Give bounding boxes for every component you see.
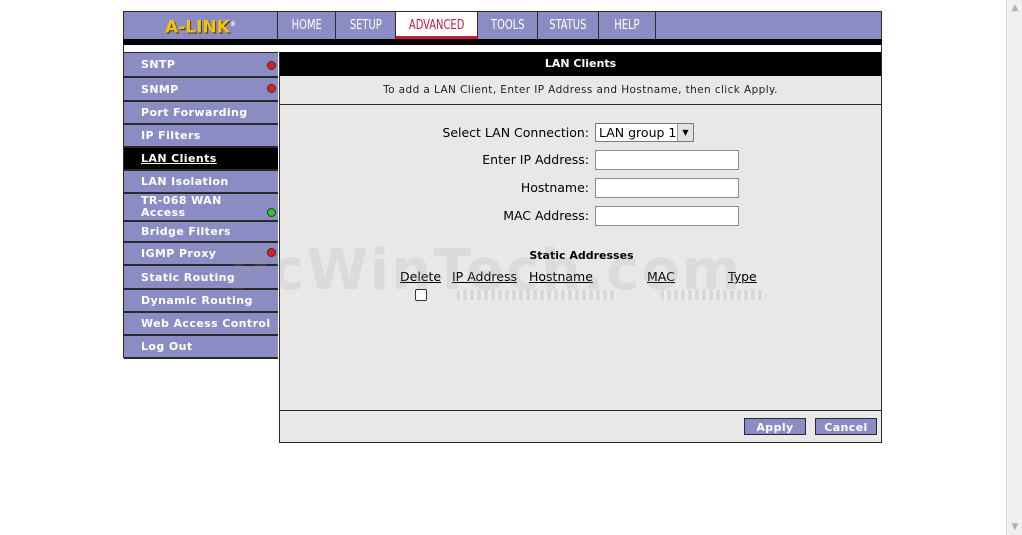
logo-area: A-LINK® <box>123 11 278 39</box>
hostname-label: Hostname: <box>520 180 589 195</box>
static-addresses-title: Static Addresses <box>529 249 634 262</box>
sidebar-item-label: Dynamic Routing <box>141 294 253 307</box>
sidebar-item-ip-filters[interactable]: IP Filters <box>124 125 278 148</box>
sidebar-item-sntp[interactable]: SNTP <box>124 53 278 78</box>
page-description: To add a LAN Client, Enter IP Address an… <box>280 76 881 105</box>
status-green-icon <box>267 208 276 217</box>
hostname-input[interactable] <box>595 178 739 198</box>
tab-home[interactable]: HOME <box>278 12 336 39</box>
status-red-icon <box>267 61 276 70</box>
ip-address-input[interactable] <box>595 150 739 170</box>
redacted-entry <box>456 290 616 300</box>
sidebar-item-label: Web Access Control <box>141 317 271 330</box>
mac-address-input[interactable] <box>595 206 739 226</box>
column-header-type: Type <box>728 269 757 284</box>
scroll-up-arrow-icon[interactable]: ▲ <box>1007 2 1022 14</box>
main-panel: LAN Clients To add a LAN Client, Enter I… <box>279 52 882 443</box>
tab-status[interactable]: STATUS <box>538 12 599 39</box>
tab-setup[interactable]: SETUP <box>336 12 396 39</box>
redacted-entry <box>660 290 766 300</box>
browser-scrollbar[interactable]: ▲ ▼ <box>1006 0 1022 535</box>
sidebar-item-tr068-wan-access[interactable]: TR-068 WAN Access <box>124 194 278 222</box>
sidebar-item-static-routing[interactable]: Static Routing <box>124 266 278 290</box>
status-red-icon <box>267 248 276 257</box>
sidebar-item-label: Bridge Filters <box>141 225 231 238</box>
sidebar-item-label: LAN Isolation <box>141 175 229 188</box>
sidebar-item-lan-clients[interactable]: LAN Clients <box>124 148 278 171</box>
sidebar-item-label: IGMP Proxy <box>141 247 217 260</box>
sidebar-item-port-forwarding[interactable]: Port Forwarding <box>124 102 278 125</box>
ip-address-label: Enter IP Address: <box>482 152 589 167</box>
logo-registered-mark: ® <box>229 21 236 28</box>
mac-address-label: MAC Address: <box>503 208 589 223</box>
sidebar-item-label: Port Forwarding <box>141 106 248 119</box>
column-header-ip-address: IP Address <box>452 269 517 284</box>
tab-advanced[interactable]: ADVANCED <box>396 12 478 39</box>
status-red-icon <box>267 84 276 93</box>
select-lan-connection-label: Select LAN Connection: <box>442 125 589 140</box>
footer-divider <box>280 410 881 411</box>
chevron-down-icon[interactable]: ▼ <box>677 124 693 141</box>
brand-logo: A-LINK® <box>124 12 277 41</box>
sidebar-item-lan-isolation[interactable]: LAN Isolation <box>124 171 278 194</box>
column-header-delete: Delete <box>400 269 442 284</box>
lan-connection-select[interactable]: LAN group 1 ▼ <box>595 123 694 142</box>
header-spacer-left <box>123 45 278 52</box>
tab-tools[interactable]: TOOLS <box>478 12 538 39</box>
sidebar-item-bridge-filters[interactable]: Bridge Filters <box>124 222 278 243</box>
sidebar-item-label: IP Filters <box>141 129 201 142</box>
sidebar-menu: SNTP SNMP Port Forwarding IP Filters LAN… <box>123 52 278 359</box>
column-header-mac: MAC <box>647 269 675 284</box>
sidebar-item-web-access-control[interactable]: Web Access Control <box>124 313 278 336</box>
scroll-down-arrow-icon[interactable]: ▼ <box>1007 521 1022 533</box>
header-spacer-right <box>278 45 882 52</box>
sidebar-item-label: TR-068 WAN Access <box>141 194 222 219</box>
logo-text: A-LINK <box>165 17 230 38</box>
sidebar-item-label: LAN Clients <box>141 152 217 165</box>
sidebar-item-label: SNMP <box>141 82 179 96</box>
sidebar-item-label: SNTP <box>141 58 176 71</box>
sidebar-item-igmp-proxy[interactable]: IGMP Proxy <box>124 243 278 266</box>
delete-checkbox[interactable] <box>415 289 427 301</box>
page-title: LAN Clients <box>280 52 881 76</box>
sidebar-item-label: Static Routing <box>141 270 236 284</box>
column-header-hostname: Hostname <box>529 269 593 284</box>
cancel-button[interactable]: Cancel <box>815 418 877 435</box>
tab-help[interactable]: HELP <box>599 12 656 39</box>
lan-connection-select-value: LAN group 1 <box>599 125 677 140</box>
apply-button[interactable]: Apply <box>744 418 806 435</box>
sidebar-item-label: Log Out <box>141 340 193 353</box>
sidebar-item-dynamic-routing[interactable]: Dynamic Routing <box>124 290 278 313</box>
top-navigation: HOME SETUP ADVANCED TOOLS STATUS HELP <box>278 11 882 39</box>
sidebar-item-snmp[interactable]: SNMP <box>124 78 278 102</box>
sidebar-item-log-out[interactable]: Log Out <box>124 336 278 359</box>
